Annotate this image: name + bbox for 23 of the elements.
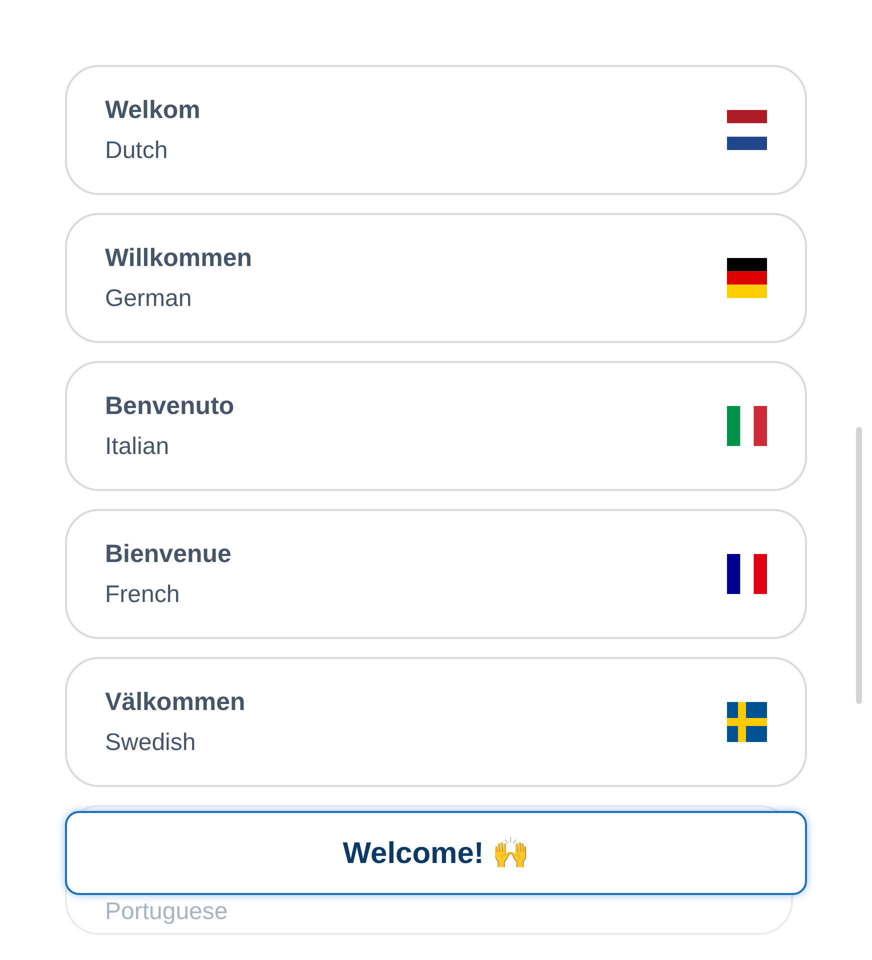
greeting-text: Welkom <box>105 94 200 125</box>
language-name: Portuguese <box>105 898 228 927</box>
language-name: French <box>105 580 181 610</box>
language-name: Swedish <box>105 728 197 758</box>
flag-icon <box>727 702 767 742</box>
flag-icon <box>727 406 767 446</box>
flag-icon <box>727 258 767 298</box>
greeting-text: Willkommen <box>105 242 252 273</box>
language-card[interactable]: Willkommen German <box>65 213 807 343</box>
language-card[interactable]: Benvenuto Italian <box>65 361 807 491</box>
language-card[interactable]: Välkommen Swedish <box>65 657 807 787</box>
greeting-text: Benvenuto <box>105 390 234 421</box>
flag-icon <box>727 110 767 150</box>
welcome-toast[interactable]: Welcome! 🙌 <box>65 811 807 895</box>
flag-icon <box>727 554 767 594</box>
language-name: German <box>105 284 193 314</box>
greeting-text: Välkommen <box>105 686 246 717</box>
greeting-text: Bienvenue <box>105 538 232 569</box>
language-name: Dutch <box>105 136 169 166</box>
language-name: Italian <box>105 432 170 462</box>
language-card[interactable]: Welkom Dutch <box>65 65 807 195</box>
scrollbar-thumb[interactable] <box>856 427 862 704</box>
language-card[interactable]: Bienvenue French <box>65 509 807 639</box>
